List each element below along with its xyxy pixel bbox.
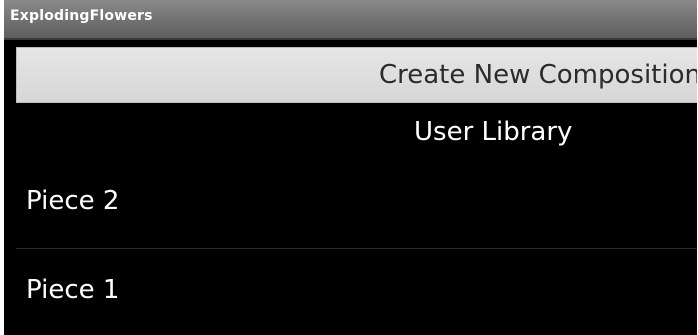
create-button-label: Create New Composition: [378, 60, 698, 90]
list-item-label: Piece 1: [26, 275, 120, 305]
list-item-label: Piece 2: [26, 186, 120, 216]
app-screen: ExplodingFlowers Create New Composition …: [0, 0, 698, 335]
list-item-piece-1[interactable]: Piece 1: [16, 249, 697, 335]
create-new-composition-button[interactable]: Create New Composition: [16, 47, 698, 103]
user-library-header: User Library: [414, 117, 573, 147]
list-item-piece-2[interactable]: Piece 2: [16, 160, 697, 249]
library-list: Piece 2 Piece 1: [16, 160, 697, 335]
title-bar: ExplodingFlowers: [4, 0, 697, 40]
app-title: ExplodingFlowers: [10, 8, 153, 24]
